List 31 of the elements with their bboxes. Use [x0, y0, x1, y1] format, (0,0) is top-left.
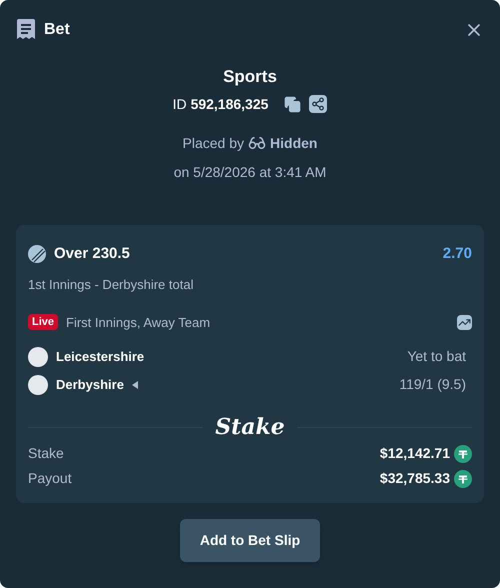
- receipt-icon: [16, 19, 36, 41]
- bet-id: 592,186,325: [190, 94, 268, 114]
- odds-value: 2.70: [442, 244, 472, 264]
- amount-value: $32,785.33: [380, 469, 450, 488]
- placed-by-label: Placed by: [182, 134, 244, 153]
- bet-id-label: ID: [172, 94, 187, 114]
- team-name: Leicestershire: [56, 348, 144, 366]
- team-name: Derbyshire: [56, 376, 124, 394]
- team-score: 119/1 (9.5): [399, 375, 467, 394]
- coin-icon: [454, 444, 472, 462]
- selection-name: Over 230.5: [54, 244, 130, 264]
- add-to-bet-slip-button[interactable]: Add to Bet Slip: [180, 519, 320, 562]
- cricket-ball-icon: [28, 244, 46, 263]
- share-button[interactable]: [309, 95, 328, 113]
- match-status: First Innings, Away Team: [66, 314, 210, 332]
- live-badge: Live: [28, 314, 58, 330]
- placed-date: on 5/28/2026 at 3:41 AM: [174, 162, 326, 182]
- dialog-title: Bet: [44, 20, 70, 40]
- amount-label: Payout: [28, 469, 72, 488]
- market-name: 1st Innings - Derbyshire total: [28, 276, 194, 294]
- team-score: Yet to bat: [407, 347, 467, 366]
- team-logo-icon: [28, 346, 48, 366]
- amount-label: Stake: [28, 444, 64, 463]
- copy-button[interactable]: [284, 96, 302, 112]
- team-logo-icon: [28, 374, 48, 394]
- bet-category: Sports: [223, 66, 277, 88]
- coin-icon: [454, 470, 472, 488]
- stake-logo: Stake: [215, 413, 285, 441]
- amount-value: $12,142.71: [380, 444, 450, 463]
- placed-by-user: Hidden: [270, 134, 318, 152]
- stats-button[interactable]: [457, 314, 472, 330]
